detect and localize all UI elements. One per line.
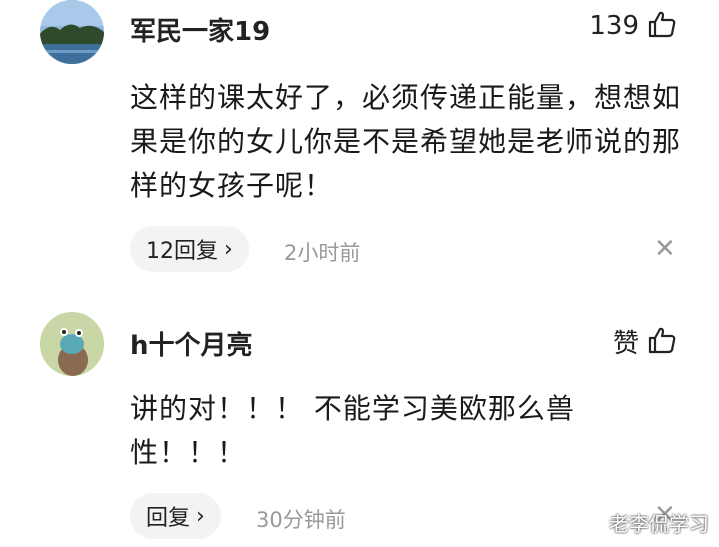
like-button[interactable]: 赞	[613, 323, 677, 360]
chevron-right-icon: ›	[224, 236, 233, 262]
timestamp: 2小时前	[284, 241, 361, 265]
thumbs-up-icon	[647, 9, 677, 43]
reply-button[interactable]: 12回复 ›	[130, 226, 249, 272]
thumbs-up-icon	[647, 325, 677, 359]
reply-label: 回复	[146, 506, 191, 531]
comment-text: 这样的课太好了，必须传递正能量，想想如果是你的女儿你是不是希望她是老师说的那样的…	[130, 81, 682, 202]
landscape-avatar-icon[interactable]	[40, 0, 104, 64]
timestamp: 30分钟前	[256, 508, 346, 532]
like-count: 139	[589, 11, 639, 41]
chevron-right-icon: ›	[196, 503, 205, 529]
like-count: 赞	[612, 329, 639, 359]
close-icon[interactable]: ✕	[654, 234, 676, 264]
cartoon-avatar-icon[interactable]	[40, 312, 104, 376]
watermark: 老李侃学习	[609, 512, 709, 536]
username[interactable]: 军民一家19	[130, 11, 270, 48]
comment-item: 军民一家19 139 这样的课太好了，必须传递正能量，想想如果是你的女儿你是不是…	[0, 0, 719, 290]
username[interactable]: h十个月亮	[130, 325, 253, 362]
comment-text: 讲的对！！！ 不能学习美欧那么兽性！！！	[130, 392, 575, 469]
like-button[interactable]: 139	[589, 9, 677, 43]
reply-label: 12回复	[146, 239, 218, 264]
reply-button[interactable]: 回复 ›	[130, 493, 221, 539]
